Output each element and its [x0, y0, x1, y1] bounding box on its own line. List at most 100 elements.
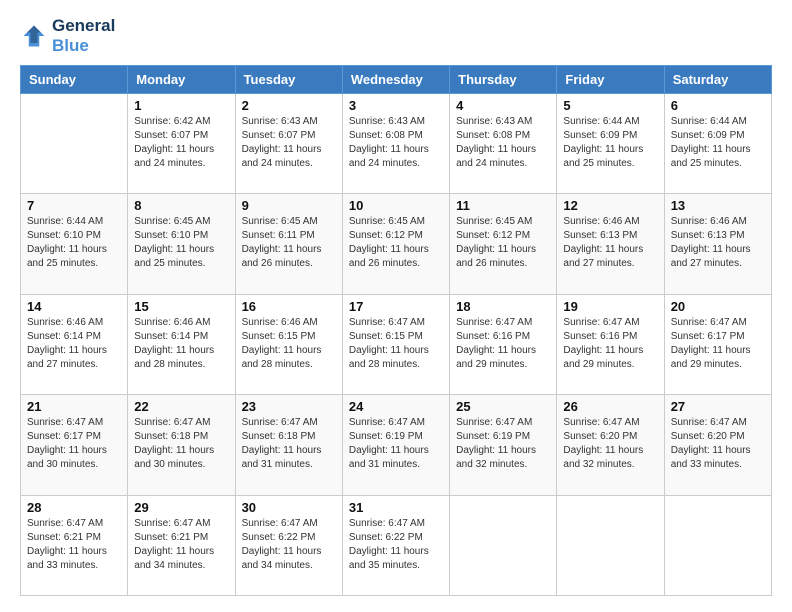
day-info: Sunrise: 6:43 AM Sunset: 6:07 PM Dayligh…: [242, 115, 336, 171]
calendar-cell: 29 Sunrise: 6:47 AM Sunset: 6:21 PM Dayli…: [128, 495, 235, 595]
weekday-header-thursday: Thursday: [450, 66, 557, 94]
page: General Blue SundayMondayTuesdayWednesda…: [0, 0, 792, 612]
day-number: 15: [134, 299, 228, 314]
day-info: Sunrise: 6:47 AM Sunset: 6:15 PM Dayligh…: [349, 316, 443, 372]
day-number: 12: [563, 198, 657, 213]
day-number: 16: [242, 299, 336, 314]
day-info: Sunrise: 6:47 AM Sunset: 6:18 PM Dayligh…: [134, 416, 228, 472]
calendar-cell: 4 Sunrise: 6:43 AM Sunset: 6:08 PM Daylig…: [450, 94, 557, 194]
day-number: 5: [563, 98, 657, 113]
calendar-cell: 3 Sunrise: 6:43 AM Sunset: 6:08 PM Daylig…: [342, 94, 449, 194]
day-number: 29: [134, 500, 228, 515]
weekday-header-friday: Friday: [557, 66, 664, 94]
day-info: Sunrise: 6:47 AM Sunset: 6:18 PM Dayligh…: [242, 416, 336, 472]
calendar-body: 1 Sunrise: 6:42 AM Sunset: 6:07 PM Daylig…: [21, 94, 772, 596]
week-row-1: 1 Sunrise: 6:42 AM Sunset: 6:07 PM Daylig…: [21, 94, 772, 194]
calendar-cell: 10 Sunrise: 6:45 AM Sunset: 6:12 PM Dayli…: [342, 194, 449, 294]
day-info: Sunrise: 6:43 AM Sunset: 6:08 PM Dayligh…: [456, 115, 550, 171]
week-row-3: 14 Sunrise: 6:46 AM Sunset: 6:14 PM Dayli…: [21, 294, 772, 394]
day-info: Sunrise: 6:44 AM Sunset: 6:09 PM Dayligh…: [671, 115, 765, 171]
day-number: 31: [349, 500, 443, 515]
calendar-cell: 22 Sunrise: 6:47 AM Sunset: 6:18 PM Dayli…: [128, 395, 235, 495]
weekday-header-wednesday: Wednesday: [342, 66, 449, 94]
calendar-cell: 16 Sunrise: 6:46 AM Sunset: 6:15 PM Dayli…: [235, 294, 342, 394]
week-row-2: 7 Sunrise: 6:44 AM Sunset: 6:10 PM Daylig…: [21, 194, 772, 294]
day-number: 14: [27, 299, 121, 314]
day-info: Sunrise: 6:47 AM Sunset: 6:22 PM Dayligh…: [242, 517, 336, 573]
day-info: Sunrise: 6:47 AM Sunset: 6:20 PM Dayligh…: [671, 416, 765, 472]
calendar-cell: 21 Sunrise: 6:47 AM Sunset: 6:17 PM Dayli…: [21, 395, 128, 495]
calendar-cell: [664, 495, 771, 595]
day-info: Sunrise: 6:46 AM Sunset: 6:14 PM Dayligh…: [134, 316, 228, 372]
day-info: Sunrise: 6:47 AM Sunset: 6:17 PM Dayligh…: [671, 316, 765, 372]
calendar-cell: 19 Sunrise: 6:47 AM Sunset: 6:16 PM Dayli…: [557, 294, 664, 394]
day-number: 20: [671, 299, 765, 314]
day-info: Sunrise: 6:45 AM Sunset: 6:12 PM Dayligh…: [349, 215, 443, 271]
calendar-cell: 5 Sunrise: 6:44 AM Sunset: 6:09 PM Daylig…: [557, 94, 664, 194]
day-number: 26: [563, 399, 657, 414]
day-info: Sunrise: 6:42 AM Sunset: 6:07 PM Dayligh…: [134, 115, 228, 171]
day-number: 25: [456, 399, 550, 414]
day-info: Sunrise: 6:46 AM Sunset: 6:14 PM Dayligh…: [27, 316, 121, 372]
weekday-header-sunday: Sunday: [21, 66, 128, 94]
day-number: 8: [134, 198, 228, 213]
calendar-cell: 7 Sunrise: 6:44 AM Sunset: 6:10 PM Daylig…: [21, 194, 128, 294]
calendar-cell: 25Sunrise: 6:47 AM Sunset: 6:19 PM Dayli…: [450, 395, 557, 495]
calendar-cell: 23 Sunrise: 6:47 AM Sunset: 6:18 PM Dayli…: [235, 395, 342, 495]
logo-icon: [20, 22, 48, 50]
weekday-header-tuesday: Tuesday: [235, 66, 342, 94]
day-number: 17: [349, 299, 443, 314]
calendar-cell: 24Sunrise: 6:47 AM Sunset: 6:19 PM Dayli…: [342, 395, 449, 495]
day-number: 18: [456, 299, 550, 314]
day-number: 23: [242, 399, 336, 414]
header: General Blue: [20, 16, 772, 55]
calendar-cell: 1 Sunrise: 6:42 AM Sunset: 6:07 PM Daylig…: [128, 94, 235, 194]
week-row-4: 21 Sunrise: 6:47 AM Sunset: 6:17 PM Dayli…: [21, 395, 772, 495]
week-row-5: 28 Sunrise: 6:47 AM Sunset: 6:21 PM Dayli…: [21, 495, 772, 595]
day-number: 28: [27, 500, 121, 515]
calendar-cell: 15 Sunrise: 6:46 AM Sunset: 6:14 PM Dayli…: [128, 294, 235, 394]
day-info: Sunrise: 6:47 AM Sunset: 6:16 PM Dayligh…: [563, 316, 657, 372]
day-number: 10: [349, 198, 443, 213]
calendar-cell: [21, 94, 128, 194]
day-info: Sunrise: 6:47 AM Sunset: 6:17 PM Dayligh…: [27, 416, 121, 472]
day-info: Sunrise: 6:44 AM Sunset: 6:10 PM Dayligh…: [27, 215, 121, 271]
logo: General Blue: [20, 16, 115, 55]
day-info: Sunrise: 6:46 AM Sunset: 6:15 PM Dayligh…: [242, 316, 336, 372]
calendar-cell: 28Sunrise: 6:47 AM Sunset: 6:21 PM Dayli…: [21, 495, 128, 595]
weekday-header-saturday: Saturday: [664, 66, 771, 94]
calendar-cell: 18 Sunrise: 6:47 AM Sunset: 6:16 PM Dayli…: [450, 294, 557, 394]
calendar-cell: 30Sunrise: 6:47 AM Sunset: 6:22 PM Dayli…: [235, 495, 342, 595]
weekday-header-monday: Monday: [128, 66, 235, 94]
day-number: 11: [456, 198, 550, 213]
day-info: Sunrise: 6:45 AM Sunset: 6:12 PM Dayligh…: [456, 215, 550, 271]
day-number: 7: [27, 198, 121, 213]
calendar-cell: 2Sunrise: 6:43 AM Sunset: 6:07 PM Daylig…: [235, 94, 342, 194]
day-number: 4: [456, 98, 550, 113]
day-number: 9: [242, 198, 336, 213]
day-number: 1: [134, 98, 228, 113]
calendar-cell: [450, 495, 557, 595]
day-info: Sunrise: 6:44 AM Sunset: 6:09 PM Dayligh…: [563, 115, 657, 171]
day-info: Sunrise: 6:43 AM Sunset: 6:08 PM Dayligh…: [349, 115, 443, 171]
calendar-cell: 9 Sunrise: 6:45 AM Sunset: 6:11 PM Daylig…: [235, 194, 342, 294]
day-number: 19: [563, 299, 657, 314]
day-number: 13: [671, 198, 765, 213]
day-info: Sunrise: 6:47 AM Sunset: 6:16 PM Dayligh…: [456, 316, 550, 372]
day-number: 3: [349, 98, 443, 113]
calendar-cell: 8 Sunrise: 6:45 AM Sunset: 6:10 PM Daylig…: [128, 194, 235, 294]
day-info: Sunrise: 6:45 AM Sunset: 6:10 PM Dayligh…: [134, 215, 228, 271]
day-number: 21: [27, 399, 121, 414]
day-info: Sunrise: 6:47 AM Sunset: 6:21 PM Dayligh…: [134, 517, 228, 573]
calendar-cell: 12 Sunrise: 6:46 AM Sunset: 6:13 PM Dayli…: [557, 194, 664, 294]
calendar-cell: 6Sunrise: 6:44 AM Sunset: 6:09 PM Daylig…: [664, 94, 771, 194]
day-info: Sunrise: 6:47 AM Sunset: 6:22 PM Dayligh…: [349, 517, 443, 573]
calendar-cell: 11 Sunrise: 6:45 AM Sunset: 6:12 PM Dayli…: [450, 194, 557, 294]
calendar-cell: 17 Sunrise: 6:47 AM Sunset: 6:15 PM Dayli…: [342, 294, 449, 394]
day-info: Sunrise: 6:46 AM Sunset: 6:13 PM Dayligh…: [563, 215, 657, 271]
day-info: Sunrise: 6:45 AM Sunset: 6:11 PM Dayligh…: [242, 215, 336, 271]
calendar-cell: 26Sunrise: 6:47 AM Sunset: 6:20 PM Dayli…: [557, 395, 664, 495]
weekday-header-row: SundayMondayTuesdayWednesdayThursdayFrid…: [21, 66, 772, 94]
calendar-cell: 31 Sunrise: 6:47 AM Sunset: 6:22 PM Dayli…: [342, 495, 449, 595]
day-number: 22: [134, 399, 228, 414]
